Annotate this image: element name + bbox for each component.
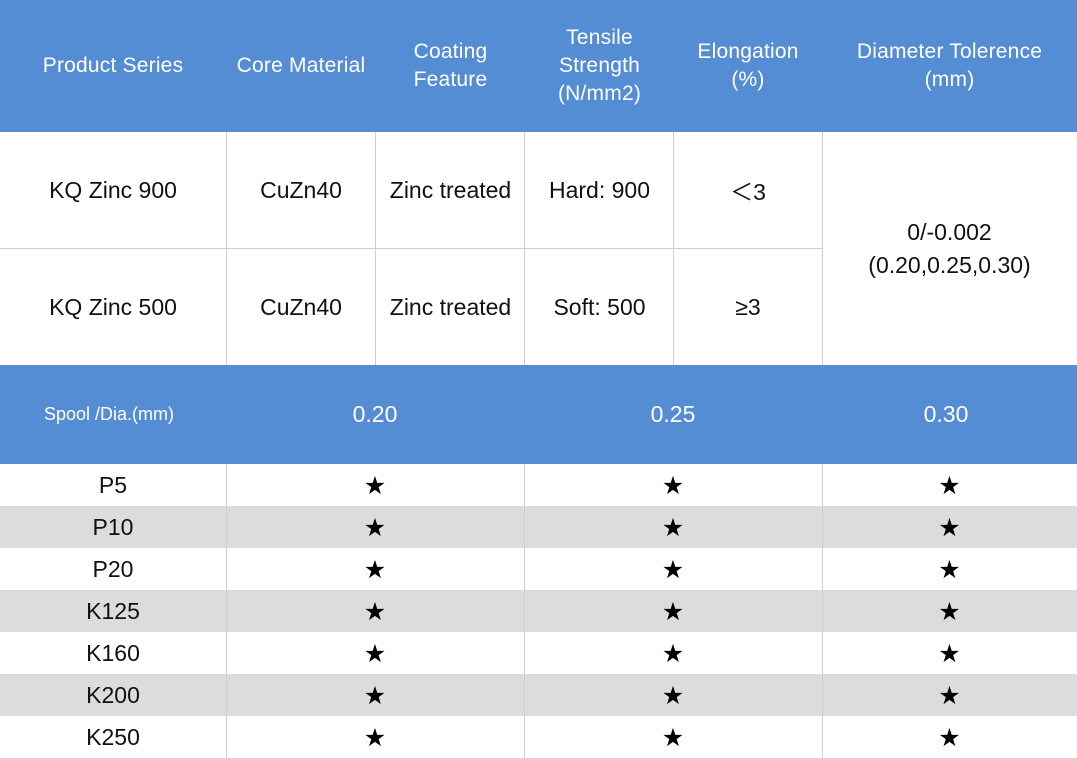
spool-name: K125 bbox=[86, 597, 140, 624]
elongation-cell: ≥3 bbox=[735, 293, 761, 320]
header-core-material: Core Material bbox=[236, 54, 366, 77]
core-material-cell: CuZn40 bbox=[260, 293, 342, 320]
star-icon: ★ bbox=[363, 596, 387, 626]
spool-row: K125 ★ ★ ★ bbox=[0, 590, 1077, 632]
star-icon: ★ bbox=[661, 596, 685, 626]
spool-name: P20 bbox=[92, 555, 134, 582]
spool-name: P5 bbox=[98, 471, 128, 498]
spool-dia-025: 0.25 bbox=[650, 401, 696, 427]
star-icon: ★ bbox=[938, 470, 961, 500]
star-icon: ★ bbox=[661, 470, 685, 500]
tolerence-value: 0/-0.002 bbox=[907, 218, 992, 245]
spool-row: K200 ★ ★ ★ bbox=[0, 674, 1077, 716]
product-series-cell: KQ Zinc 900 bbox=[49, 176, 177, 203]
grid-line bbox=[822, 464, 823, 758]
star-icon: ★ bbox=[363, 722, 387, 752]
spool-row: K250 ★ ★ ★ bbox=[0, 716, 1077, 758]
grid-line bbox=[226, 464, 227, 758]
star-icon: ★ bbox=[661, 722, 685, 752]
star-icon: ★ bbox=[363, 638, 387, 668]
header-elongation: Elongation (%) bbox=[697, 40, 799, 91]
star-icon: ★ bbox=[938, 512, 961, 542]
product-series-cell: KQ Zinc 500 bbox=[49, 293, 177, 320]
spool-row: P10 ★ ★ ★ bbox=[0, 506, 1077, 548]
grid-line bbox=[524, 464, 525, 758]
spool-header: Spool /Dia.(mm) 0.20 0.25 0.30 bbox=[0, 365, 1077, 464]
star-icon: ★ bbox=[938, 638, 961, 668]
star-icon: ★ bbox=[938, 722, 961, 752]
star-icon: ★ bbox=[363, 470, 387, 500]
star-icon: ★ bbox=[363, 554, 387, 584]
spool-name: K250 bbox=[86, 723, 140, 750]
star-icon: ★ bbox=[661, 512, 685, 542]
header-product-series: Product Series bbox=[42, 54, 184, 77]
coating-feature-cell: Zinc treated bbox=[389, 293, 512, 320]
star-icon: ★ bbox=[938, 554, 961, 584]
spool-dia-030: 0.30 bbox=[923, 401, 969, 427]
star-icon: ★ bbox=[661, 638, 685, 668]
spool-row: K160 ★ ★ ★ bbox=[0, 632, 1077, 674]
diameter-tolerence-cell: 0/-0.002 (0.20,0.25,0.30) bbox=[822, 132, 1077, 365]
product-row: KQ Zinc 500 CuZn40 Zinc treated Soft: 50… bbox=[0, 249, 822, 365]
table-header: Product Series Core Material Coating Fea… bbox=[0, 0, 1077, 132]
star-icon: ★ bbox=[363, 680, 387, 710]
star-icon: ★ bbox=[363, 512, 387, 542]
spool-name: P10 bbox=[92, 513, 134, 540]
spool-row: P5 ★ ★ ★ bbox=[0, 464, 1077, 506]
star-icon: ★ bbox=[661, 554, 685, 584]
spool-dia-020: 0.20 bbox=[352, 401, 398, 427]
star-icon: ★ bbox=[938, 680, 961, 710]
core-material-cell: CuZn40 bbox=[260, 176, 342, 203]
header-tensile-strength: Tensile Strength (N/mm2) bbox=[557, 26, 642, 105]
spool-name: K200 bbox=[86, 681, 140, 708]
star-icon: ★ bbox=[938, 596, 961, 626]
header-coating-feature: Coating Feature bbox=[413, 40, 488, 91]
spool-name: K160 bbox=[86, 639, 140, 666]
spool-dia-label: Spool /Dia.(mm) bbox=[43, 404, 175, 424]
star-icon: ★ bbox=[661, 680, 685, 710]
product-row: KQ Zinc 900 CuZn40 Zinc treated Hard: 90… bbox=[0, 132, 822, 248]
tolerence-diameters: (0.20,0.25,0.30) bbox=[868, 251, 1031, 278]
tensile-strength-cell: Hard: 900 bbox=[548, 176, 650, 203]
grid-line bbox=[822, 132, 823, 365]
elongation-cell: ＜3 bbox=[730, 179, 766, 205]
grid-line bbox=[0, 248, 822, 249]
tensile-strength-cell: Soft: 500 bbox=[553, 293, 646, 320]
coating-feature-cell: Zinc treated bbox=[389, 176, 512, 203]
header-diameter-tolerence: Diameter Tolerence (mm) bbox=[856, 40, 1043, 91]
spool-row: P20 ★ ★ ★ bbox=[0, 548, 1077, 590]
